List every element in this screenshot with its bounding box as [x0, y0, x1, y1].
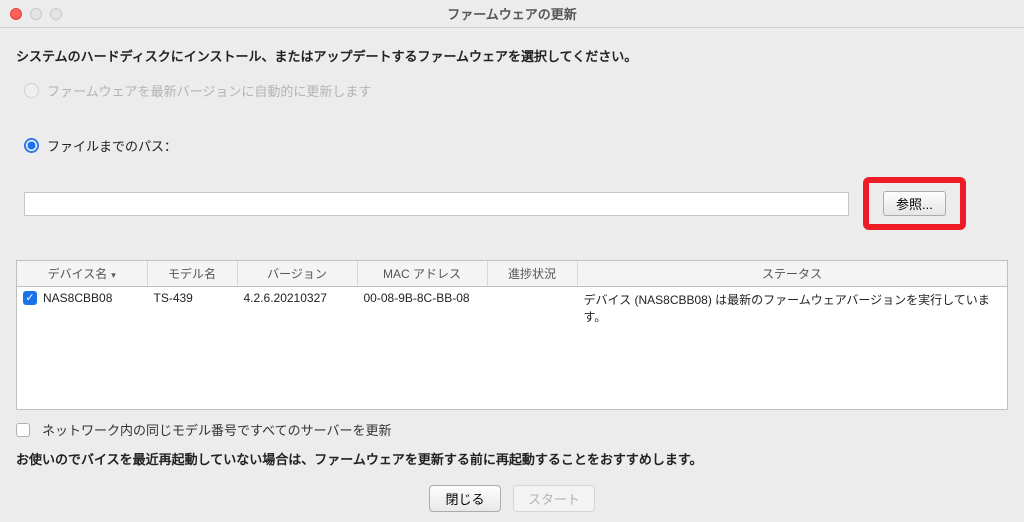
close-button[interactable]: 閉じる	[429, 485, 501, 512]
col-header-status[interactable]: ステータス	[577, 261, 1007, 287]
path-input[interactable]	[24, 192, 849, 216]
table-row[interactable]: ✓ NAS8CBB08 TS-439 4.2.6.20210327 00-08-…	[17, 287, 1007, 330]
option-auto-update: ファームウェアを最新バージョンに自動的に更新します	[24, 81, 1008, 100]
instruction-text: システムのハードディスクにインストール、またはアップデートするファームウェアを選…	[16, 46, 1008, 65]
cell-version: 4.2.6.20210327	[237, 287, 357, 330]
minimize-window-icon	[30, 8, 42, 20]
browse-button[interactable]: 参照...	[883, 191, 946, 216]
cell-progress	[487, 287, 577, 330]
sort-caret-icon: ▾	[111, 270, 116, 280]
cell-status: デバイス (NAS8CBB08) は最新のファームウェアバージョンを実行していま…	[577, 287, 1007, 330]
dialog-footer: 閉じる スタート	[0, 485, 1024, 512]
col-header-device[interactable]: デバイス名▾	[17, 261, 147, 287]
same-model-checkbox[interactable]: ✓	[16, 423, 30, 437]
advice-text: お使いのでバイスを最近再起動していない場合は、ファームウェアを更新する前に再起動…	[16, 449, 1008, 468]
col-header-model[interactable]: モデル名	[147, 261, 237, 287]
same-model-label: ネットワーク内の同じモデル番号ですべてのサーバーを更新	[42, 420, 391, 439]
cell-mac: 00-08-9B-8C-BB-08	[357, 287, 487, 330]
zoom-window-icon	[50, 8, 62, 20]
path-row: 参照...	[16, 177, 1008, 230]
row-checkbox[interactable]: ✓	[23, 291, 37, 305]
browse-highlight: 参照...	[863, 177, 966, 230]
col-header-mac[interactable]: MAC アドレス	[357, 261, 487, 287]
window-title: ファームウェアの更新	[447, 4, 577, 23]
radio-auto-update	[24, 83, 39, 98]
window-controls	[10, 8, 62, 20]
start-button: スタート	[513, 485, 595, 512]
cell-device: NAS8CBB08	[43, 291, 112, 305]
col-header-progress[interactable]: 進捗状況	[487, 261, 577, 287]
auto-update-label: ファームウェアを最新バージョンに自動的に更新します	[47, 81, 371, 100]
titlebar: ファームウェアの更新	[0, 0, 1024, 28]
device-table: デバイス名▾ モデル名 バージョン MAC アドレス 進捗状況 ステータス ✓ …	[16, 260, 1008, 410]
same-model-option[interactable]: ✓ ネットワーク内の同じモデル番号ですべてのサーバーを更新	[16, 420, 1008, 439]
cell-model: TS-439	[147, 287, 237, 330]
option-file-path[interactable]: ファイルまでのパス：	[24, 136, 1008, 155]
radio-file-path[interactable]	[24, 138, 39, 153]
col-header-version[interactable]: バージョン	[237, 261, 357, 287]
close-window-icon[interactable]	[10, 8, 22, 20]
file-path-label: ファイルまでのパス：	[47, 136, 177, 155]
